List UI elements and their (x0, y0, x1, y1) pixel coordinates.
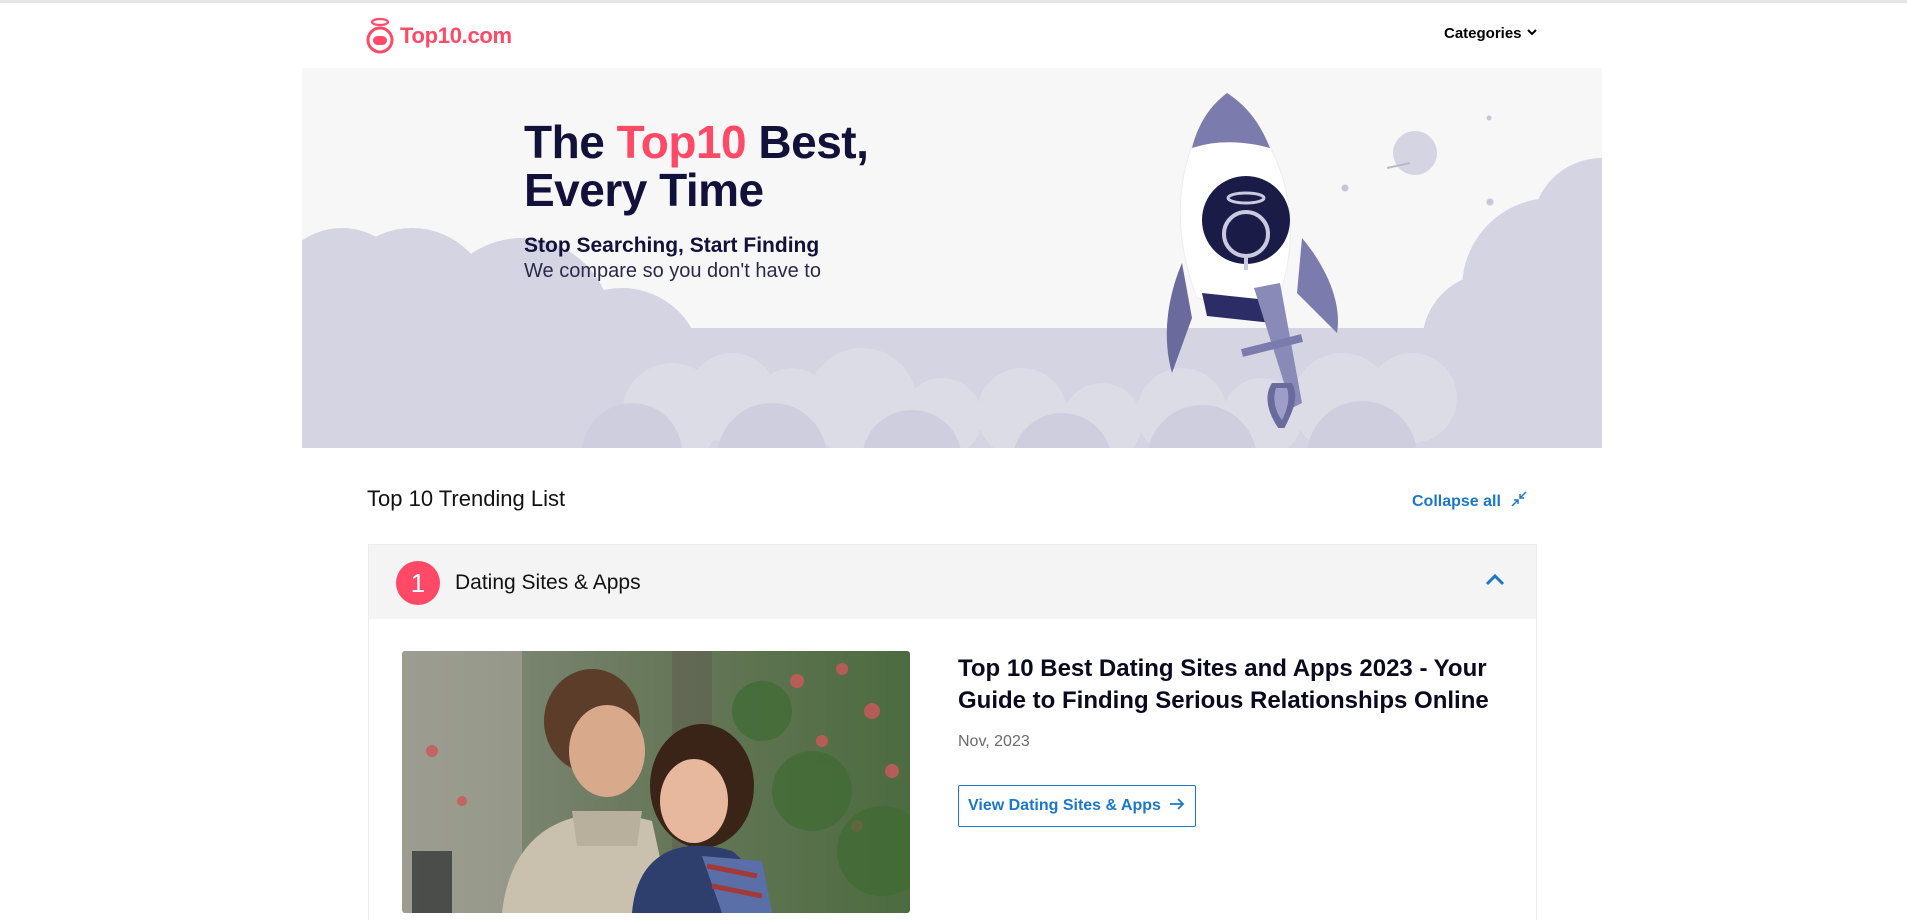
categories-label: Categories (1444, 25, 1522, 42)
hero-tagline: We compare so you don't have to (524, 260, 821, 282)
cloud-background (302, 115, 1602, 448)
chevron-down-icon (1526, 25, 1538, 42)
hero-title-line2: Every Time (524, 164, 764, 216)
arrow-right-icon (1169, 797, 1185, 816)
logo-text: Top10.com (400, 23, 512, 48)
trending-list-title: Top 10 Trending List (367, 486, 566, 511)
view-button-label: View Dating Sites & Apps (968, 797, 1161, 814)
hero-title-part2: Best, (746, 116, 869, 168)
trending-item-label: Dating Sites & Apps (455, 571, 641, 594)
collapse-all-button[interactable]: Collapse all (1412, 491, 1527, 512)
collapse-arrows-icon (1511, 491, 1527, 512)
categories-menu[interactable]: Categories (1444, 25, 1538, 42)
robot-logo-icon (366, 17, 394, 55)
site-header: Top10.com Categories (0, 3, 1907, 67)
rocket-icon (1166, 92, 1338, 428)
rank-badge: 1 (396, 561, 440, 605)
hero-text: The Top10 Best, Every Time Stop Searchin… (524, 116, 869, 283)
collapse-all-label: Collapse all (1412, 492, 1501, 510)
trending-item: 1 Dating Sites & Apps Top 10 Best Dating… (368, 544, 1537, 920)
logo-link[interactable]: Top10.com (366, 16, 512, 56)
article-title[interactable]: Top 10 Best Dating Sites and Apps 2023 -… (958, 653, 1498, 717)
hero-title-accent: Top10 (616, 116, 747, 168)
hero-banner: The Top10 Best, Every Time Stop Searchin… (302, 68, 1602, 448)
hero-title: The Top10 Best, Every Time (524, 116, 869, 216)
article-photo[interactable] (402, 651, 910, 913)
view-dating-sites-button[interactable]: View Dating Sites & Apps (958, 785, 1196, 827)
trending-item-header[interactable]: 1 Dating Sites & Apps (369, 545, 1536, 619)
hero-subtitle: Stop Searching, Start Finding (524, 234, 820, 257)
chevron-up-icon[interactable] (1484, 571, 1506, 592)
article-date: Nov, 2023 (958, 733, 1030, 750)
hero-title-part1: The (524, 116, 617, 168)
